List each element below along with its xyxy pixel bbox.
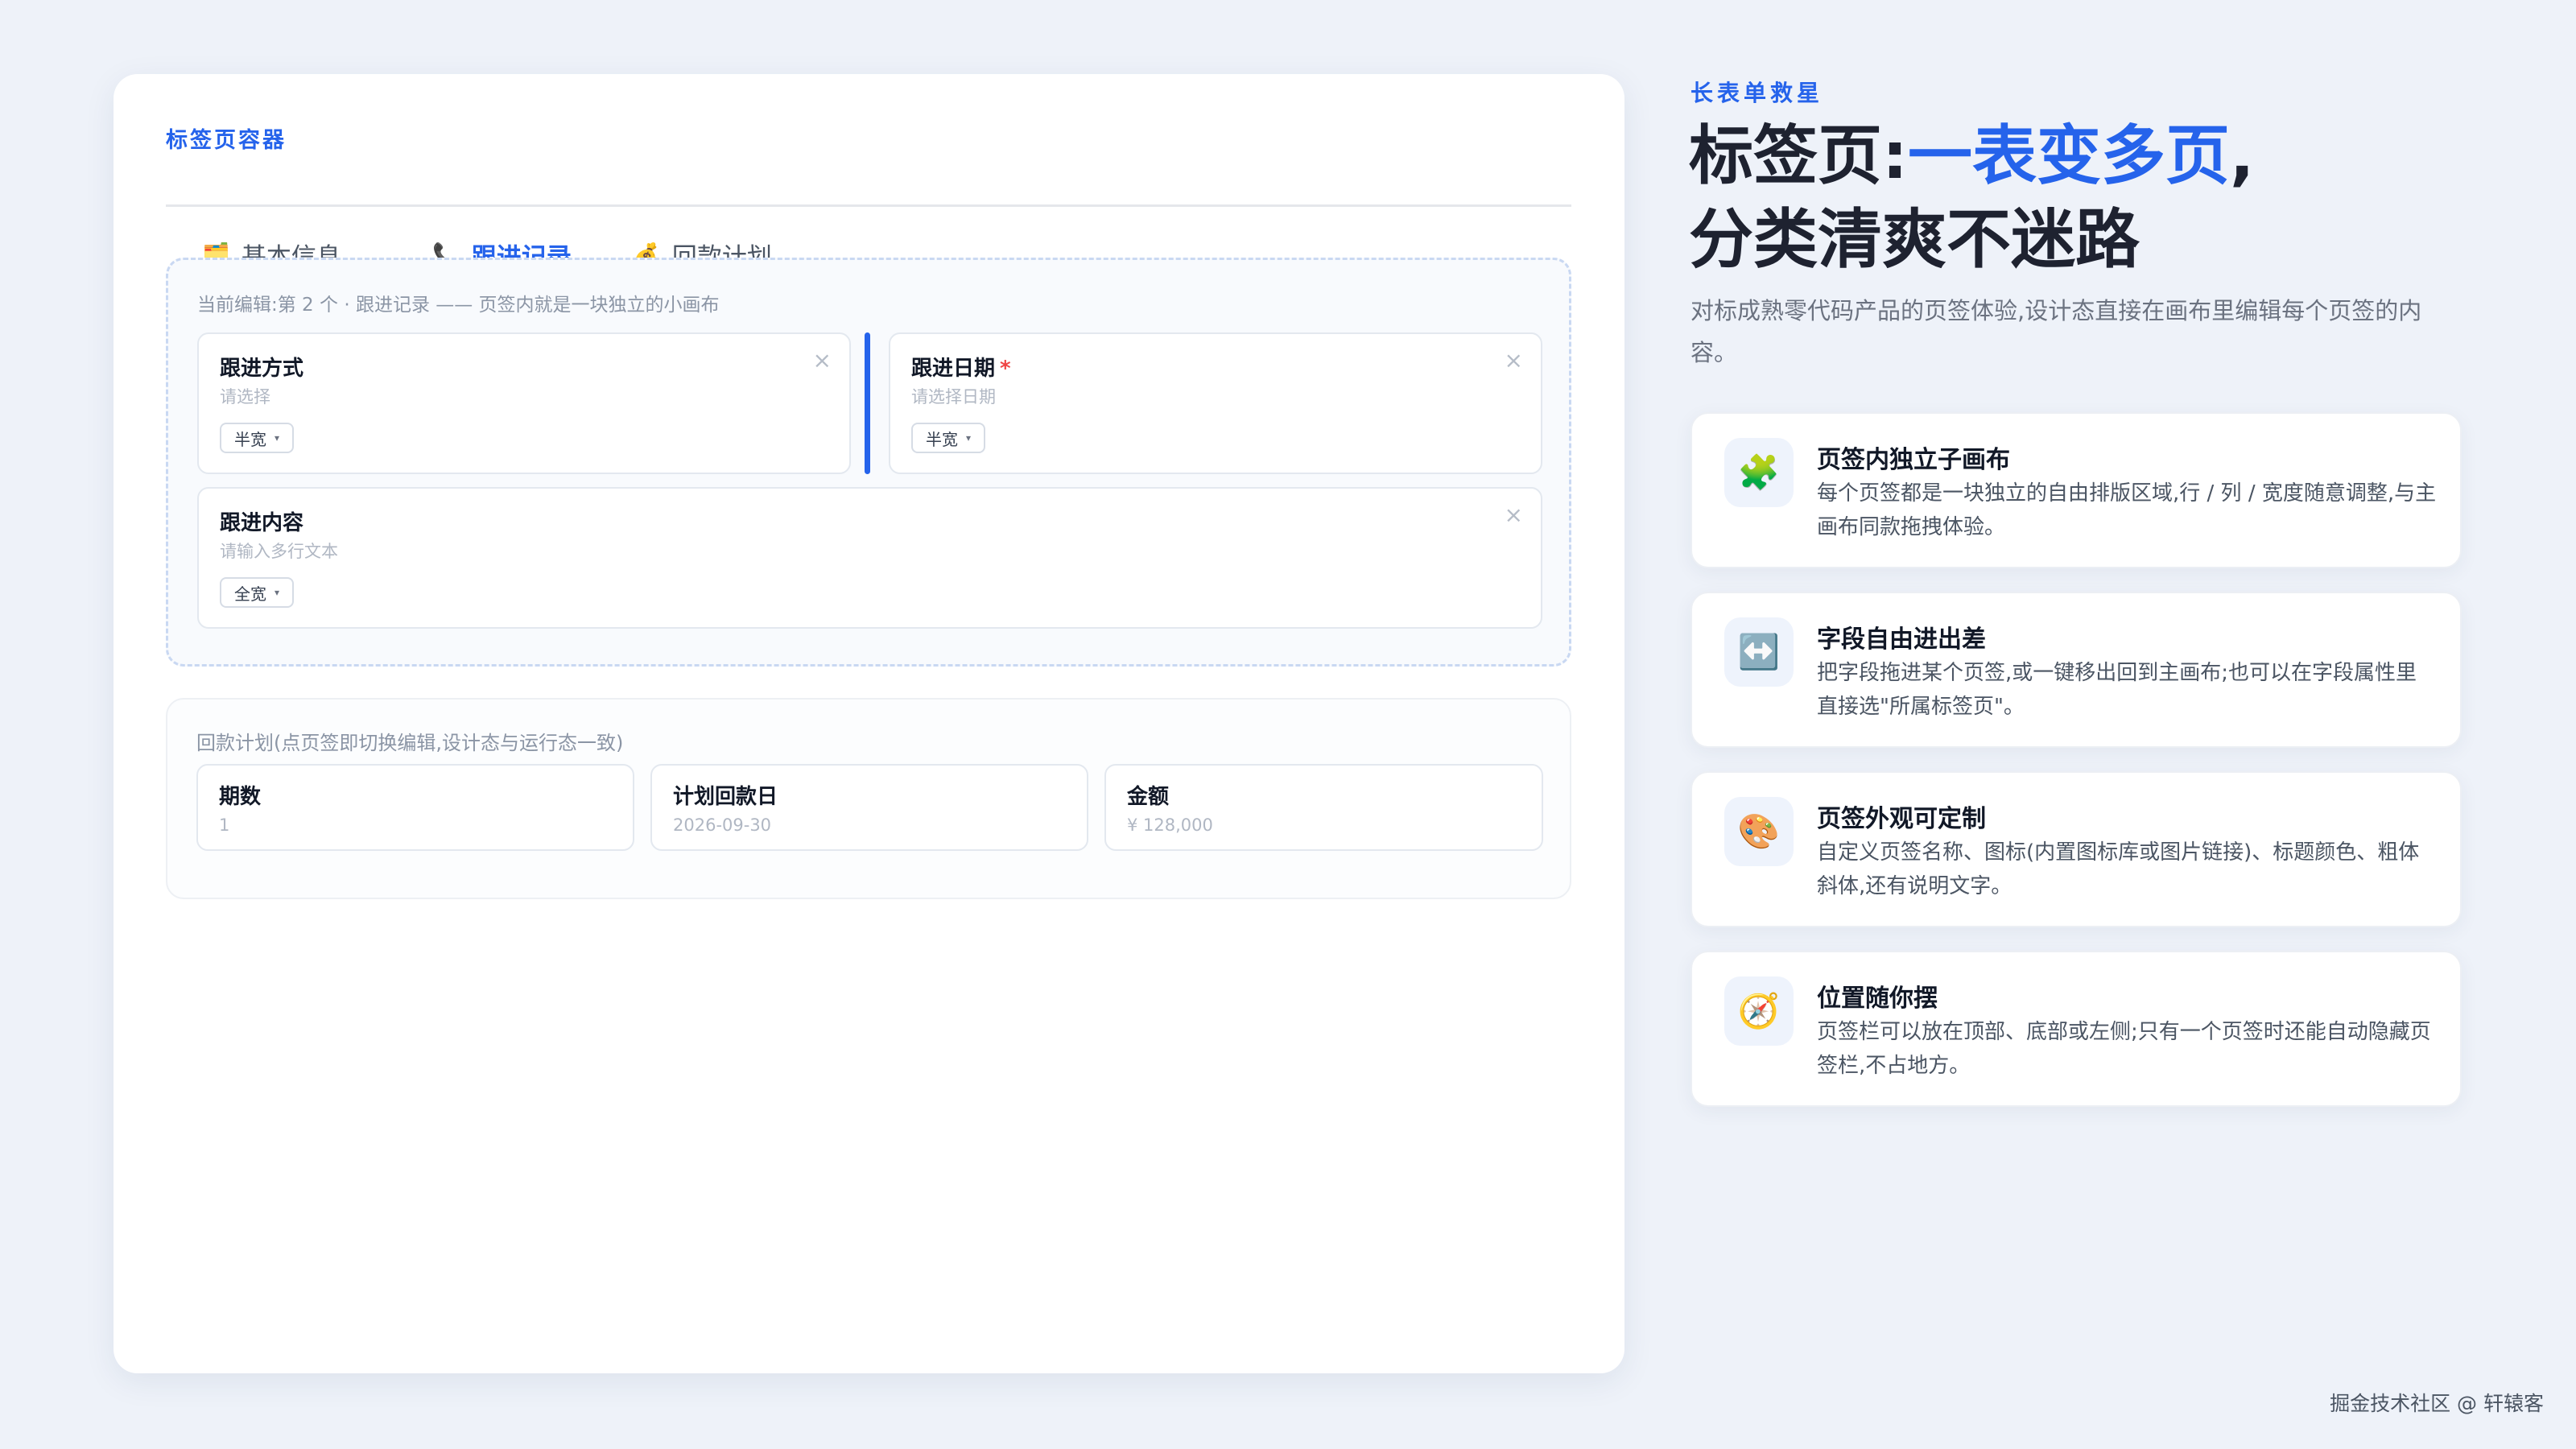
footer-credit: 掘金技术社区 @ 轩辕客 bbox=[2330, 1392, 2544, 1415]
headline: 标签页:一表变多页, 分类清爽不迷路 bbox=[1689, 114, 2254, 282]
width-value: 半宽 bbox=[926, 429, 958, 449]
field-follow-content[interactable]: 跟进内容 请输入多行文本 全宽 ▾ × bbox=[197, 487, 1542, 629]
tab-row bbox=[166, 74, 1571, 207]
field-label: 金额 bbox=[1127, 785, 1170, 809]
field-value: ¥ 128,000 bbox=[1127, 815, 1213, 835]
field-follow-date[interactable]: 跟进日期 * 请选择日期 半宽 ▾ × bbox=[889, 332, 1542, 474]
field-follow-method[interactable]: 跟进方式 请选择 半宽 ▾ × bbox=[197, 332, 851, 474]
feature-card: 🎨 页签外观可定制 自定义页签名称、图标(内置图标库或图片链接)、标题颜色、粗体… bbox=[1690, 771, 2462, 927]
palette-icon: 🎨 bbox=[1724, 797, 1794, 866]
headline-line-2: 分类清爽不迷路 bbox=[1689, 202, 2140, 277]
feature-card: 🧩 页签内独立子画布 每个页签都是一块独立的自由排版区域,行 / 列 / 宽度随… bbox=[1690, 412, 2462, 568]
payment-plan-panel: 回款计划(点页签即切换编辑,设计态与运行态一致) 期数 1 计划回款日 2026… bbox=[166, 698, 1571, 899]
headline-prefix: 标签页: bbox=[1689, 118, 1908, 193]
panel-hint: 回款计划(点页签即切换编辑,设计态与运行态一致) bbox=[196, 732, 624, 754]
caret-down-icon: ▾ bbox=[275, 432, 280, 444]
feature-desc: 自定义页签名称、图标(内置图标库或图片链接)、标题颜色、粗体斜体,还有说明文字。 bbox=[1817, 840, 2420, 898]
width-dropdown[interactable]: 半宽 ▾ bbox=[220, 423, 295, 453]
field-amount[interactable]: 金额 ¥ 128,000 bbox=[1104, 764, 1543, 851]
field-label: 期数 bbox=[219, 785, 262, 809]
puzzle-icon: 🧩 bbox=[1724, 438, 1794, 507]
feature-desc: 每个页签都是一块独立的自由排版区域,行 / 列 / 宽度随意调整,与主画布同款拖… bbox=[1817, 481, 2437, 539]
field-label: 计划回款日 bbox=[673, 785, 778, 809]
required-mark: * bbox=[1000, 357, 1011, 381]
width-value: 全宽 bbox=[234, 584, 266, 604]
form-designer-card: 标签页容器 🗂️ 基本信息 📞 跟进记录 💰 回款计划 当前编辑:第 2 个 ·… bbox=[114, 74, 1624, 1373]
close-icon[interactable]: × bbox=[813, 347, 832, 374]
headline-highlight: 一表变多页 bbox=[1908, 118, 2230, 193]
feature-card: ↔️ 字段自由进出差 把字段拖进某个页签,或一键移出回到主画布;也可以在字段属性… bbox=[1690, 592, 2462, 748]
feature-title: 位置随你摆 bbox=[1817, 985, 1938, 1013]
field-label: 跟进日期 * bbox=[911, 352, 1011, 382]
feature-desc: 把字段拖进某个页签,或一键移出回到主画布;也可以在字段属性里直接选"所属标签页"… bbox=[1817, 661, 2417, 719]
caret-down-icon: ▾ bbox=[275, 587, 280, 598]
field-label: 跟进方式 bbox=[220, 357, 304, 381]
field-label-text: 跟进日期 bbox=[911, 357, 996, 381]
width-value: 半宽 bbox=[234, 429, 266, 449]
headline-suffix: , bbox=[2230, 118, 2255, 193]
headline-line-1: 标签页:一表变多页, bbox=[1689, 114, 2254, 198]
slide: 标签页容器 🗂️ 基本信息 📞 跟进记录 💰 回款计划 当前编辑:第 2 个 ·… bbox=[0, 0, 2576, 1449]
close-icon[interactable]: × bbox=[1505, 347, 1523, 374]
left-right-arrow-icon: ↔️ bbox=[1724, 617, 1794, 687]
field-label: 跟进内容 bbox=[220, 511, 304, 535]
field-value: 2026-09-30 bbox=[673, 815, 772, 835]
field-period[interactable]: 期数 1 bbox=[196, 764, 634, 851]
close-icon[interactable]: × bbox=[1505, 502, 1523, 528]
field-value: 1 bbox=[219, 815, 230, 835]
caret-down-icon: ▾ bbox=[966, 432, 972, 444]
compass-icon: 🧭 bbox=[1724, 976, 1794, 1046]
subtitle: 对标成熟零代码产品的页签体验,设计态直接在画布里编辑每个页签的内容。 bbox=[1690, 297, 2422, 366]
feature-card: 🧭 位置随你摆 页签栏可以放在顶部、底部或左侧;只有一个页签时还能自动隐藏页签栏… bbox=[1690, 951, 2462, 1107]
eyebrow: 长表单救星 bbox=[1690, 80, 1824, 106]
tab-sub-canvas[interactable]: 当前编辑:第 2 个 · 跟进记录 —— 页签内就是一块独立的小画布 跟进方式 … bbox=[166, 258, 1571, 667]
feature-title: 页签内独立子画布 bbox=[1817, 446, 2010, 474]
width-dropdown[interactable]: 半宽 ▾ bbox=[911, 423, 986, 453]
width-dropdown[interactable]: 全宽 ▾ bbox=[220, 577, 295, 608]
feature-title: 字段自由进出差 bbox=[1817, 625, 1986, 654]
field-plan-date[interactable]: 计划回款日 2026-09-30 bbox=[650, 764, 1088, 851]
canvas-hint: 当前编辑:第 2 个 · 跟进记录 —— 页签内就是一块独立的小画布 bbox=[197, 295, 720, 316]
field-placeholder: 请输入多行文本 bbox=[220, 542, 338, 561]
field-placeholder: 请选择日期 bbox=[911, 387, 996, 407]
feature-title: 页签外观可定制 bbox=[1817, 805, 1986, 833]
feature-desc: 页签栏可以放在顶部、底部或左侧;只有一个页签时还能自动隐藏页签栏,不占地方。 bbox=[1817, 1020, 2431, 1078]
drop-indicator bbox=[865, 332, 870, 474]
field-placeholder: 请选择 bbox=[220, 387, 270, 407]
